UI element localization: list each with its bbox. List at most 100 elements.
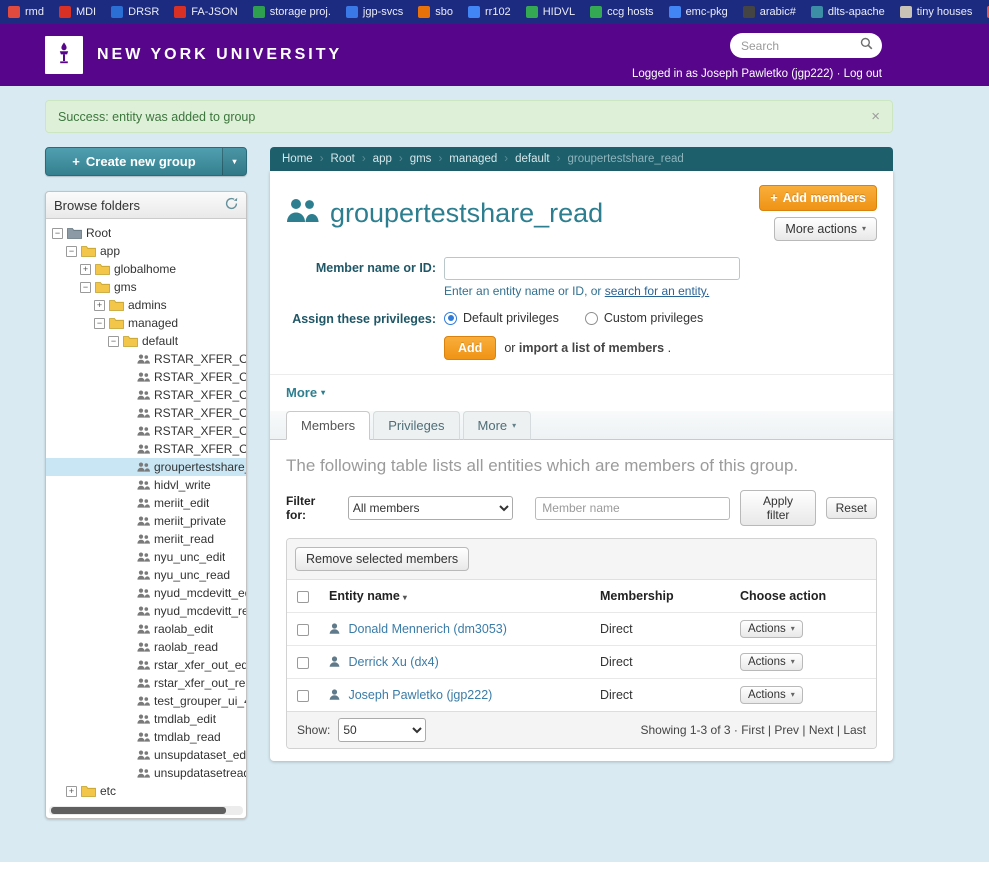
bookmark-emc-pkg[interactable]: emc-pkg [669, 6, 728, 18]
row-checkbox[interactable] [297, 624, 309, 636]
row-checkbox[interactable] [297, 690, 309, 702]
tree-item-nyu-unc-edit[interactable]: nyu_unc_edit [46, 548, 246, 566]
add-members-button[interactable]: + Add members [759, 185, 877, 211]
create-group-caret[interactable]: ▾ [222, 148, 246, 175]
row-checkbox[interactable] [297, 657, 309, 669]
refresh-icon[interactable] [225, 197, 238, 213]
tree-item-tmdlab-edit[interactable]: tmdlab_edit [46, 710, 246, 728]
tree-item-nyu-unc-read[interactable]: nyu_unc_read [46, 566, 246, 584]
bookmark-fa-json[interactable]: FA-JSON [174, 6, 237, 18]
tree-toggle[interactable]: − [80, 282, 91, 293]
tree-item-managed[interactable]: − [46, 314, 246, 332]
breadcrumb-item-gms[interactable]: gms [410, 153, 432, 165]
tree-item-raolab-edit[interactable]: raolab_edit [46, 620, 246, 638]
tree-item-rstar-xfer-out-read[interactable]: rstar_xfer_out_read [46, 674, 246, 692]
tree-item-rstar-xfer-out-fa[interactable]: RSTAR_XFER_OUT_FA [46, 350, 246, 368]
tree-toggle[interactable]: + [66, 786, 77, 797]
search-entity-link[interactable]: search for an entity. [605, 284, 710, 298]
bookmark-ccg-hosts[interactable]: ccg hosts [590, 6, 653, 18]
entity-link[interactable]: Joseph Pawletko (jgp222) [348, 688, 492, 702]
breadcrumb-item-home[interactable]: Home [282, 153, 313, 165]
tree-toggle[interactable]: − [108, 336, 119, 347]
tree-item-admins[interactable]: + [46, 296, 246, 314]
tree-horizontal-scrollbar[interactable] [49, 806, 243, 815]
bookmark-jgp-svcs[interactable]: jgp-svcs [346, 6, 403, 18]
paging-link-prev[interactable]: Prev [774, 723, 799, 737]
tree-item-app[interactable]: − [46, 242, 246, 260]
tree-toggle[interactable]: − [66, 246, 77, 257]
entity-link[interactable]: Derrick Xu (dx4) [348, 655, 438, 669]
tree-item-unsupdatasetread[interactable]: unsupdatasetread [46, 764, 246, 782]
bookmark-rmd[interactable]: rmd [8, 6, 44, 18]
tree-item-rstar-xfer-out-n[interactable]: RSTAR_XFER_OUT_N [46, 386, 246, 404]
bookmark-rr102[interactable]: rr102 [468, 6, 511, 18]
tree-item-rstar-xfer-out-ta[interactable]: RSTAR_XFER_OUT_TA [46, 440, 246, 458]
search-input[interactable] [739, 38, 860, 54]
select-all-checkbox[interactable] [297, 591, 309, 603]
row-actions-button[interactable]: Actions ▾ [740, 620, 803, 638]
reset-button[interactable]: Reset [826, 497, 877, 519]
tree-item-groupertestshare-read[interactable]: groupertestshare_read [46, 458, 246, 476]
tree-item-etc[interactable]: + [46, 782, 246, 800]
bookmark-arabic[interactable]: arabic# [743, 6, 796, 18]
bookmark-mdi[interactable]: MDI [59, 6, 96, 18]
bookmark-dlts-apache[interactable]: dlts-apache [811, 6, 885, 18]
tree-item-meriit-private[interactable]: meriit_private [46, 512, 246, 530]
breadcrumb-item-app[interactable]: app [373, 153, 392, 165]
tab-members[interactable]: Members [286, 411, 370, 440]
breadcrumb-item-managed[interactable]: managed [449, 153, 497, 165]
tree-item-gms[interactable]: − [46, 278, 246, 296]
tree-item-test-grouper-ui-4-rw[interactable]: test_grouper_ui_4_rw [46, 692, 246, 710]
tree-toggle[interactable]: − [94, 318, 105, 329]
col-entity-name[interactable]: Entity name [329, 589, 400, 603]
add-button[interactable]: Add [444, 336, 496, 360]
show-select[interactable]: 50 [338, 718, 426, 742]
apply-filter-button[interactable]: Apply filter [740, 490, 815, 526]
tree-item-nyud-mcdevitt-edit[interactable]: nyud_mcdevitt_edit [46, 584, 246, 602]
member-id-input[interactable] [444, 257, 740, 280]
row-actions-button[interactable]: Actions ▾ [740, 686, 803, 704]
tree-item-tmdlab-read[interactable]: tmdlab_read [46, 728, 246, 746]
tree-item-unsupdataset-edit[interactable]: unsupdataset_edit [46, 746, 246, 764]
tree-item-rstar-xfer-out-edit[interactable]: rstar_xfer_out_edit [46, 656, 246, 674]
filter-type-select[interactable]: All members [348, 496, 513, 520]
filter-name-input[interactable] [535, 497, 730, 520]
bookmark-tiny-houses[interactable]: tiny houses [900, 6, 973, 18]
tree-toggle[interactable]: − [52, 228, 63, 239]
tab-privileges[interactable]: Privileges [373, 411, 459, 440]
tree-item-meriit-read[interactable]: meriit_read [46, 530, 246, 548]
row-actions-button[interactable]: Actions ▾ [740, 653, 803, 671]
more-actions-button[interactable]: More actions ▾ [774, 217, 877, 241]
tree-item-globalhome[interactable]: + [46, 260, 246, 278]
import-members-link[interactable]: import a list of members [519, 341, 664, 355]
tree-item-root[interactable]: − [46, 224, 246, 242]
paging-link-first[interactable]: First [741, 723, 764, 737]
entity-link[interactable]: Donald Mennerich (dm3053) [348, 622, 506, 636]
tree-item-hidvl-write[interactable]: hidvl_write [46, 476, 246, 494]
bookmark-drsr[interactable]: DRSR [111, 6, 159, 18]
tree-item-rstar-xfer-out-ta[interactable]: RSTAR_XFER_OUT_TA [46, 422, 246, 440]
tree-toggle[interactable]: + [80, 264, 91, 275]
paging-link-last[interactable]: Last [843, 723, 866, 737]
tree-item-nyud-mcdevitt-read[interactable]: nyud_mcdevitt_read [46, 602, 246, 620]
logout-link[interactable]: Log out [844, 68, 882, 80]
breadcrumb-item-default[interactable]: default [515, 153, 550, 165]
tree-item-rstar-xfer-out-n[interactable]: RSTAR_XFER_OUT_N [46, 404, 246, 422]
tree-item-raolab-read[interactable]: raolab_read [46, 638, 246, 656]
breadcrumb-item-root[interactable]: Root [331, 153, 355, 165]
more-link[interactable]: More ▾ [286, 385, 325, 400]
bookmark-storage-proj[interactable]: storage proj. [253, 6, 331, 18]
bookmark-hidvl[interactable]: HIDVL [526, 6, 575, 18]
privilege-option-default-privileges[interactable]: Default privileges [444, 311, 559, 325]
tree-toggle[interactable]: + [94, 300, 105, 311]
bookmark-sbo[interactable]: sbo [418, 6, 453, 18]
paging-link-next[interactable]: Next [809, 723, 834, 737]
nyu-logo[interactable] [45, 36, 83, 74]
tree-item-rstar-xfer-out-fa[interactable]: RSTAR_XFER_OUT_FA [46, 368, 246, 386]
tab-more[interactable]: More ▾ [463, 411, 532, 440]
privilege-option-custom-privileges[interactable]: Custom privileges [585, 311, 703, 325]
remove-selected-button[interactable]: Remove selected members [295, 547, 469, 571]
create-group-button[interactable]: + Create new group ▾ [45, 147, 247, 176]
search-icon[interactable] [860, 37, 873, 55]
close-icon[interactable]: × [871, 109, 880, 124]
